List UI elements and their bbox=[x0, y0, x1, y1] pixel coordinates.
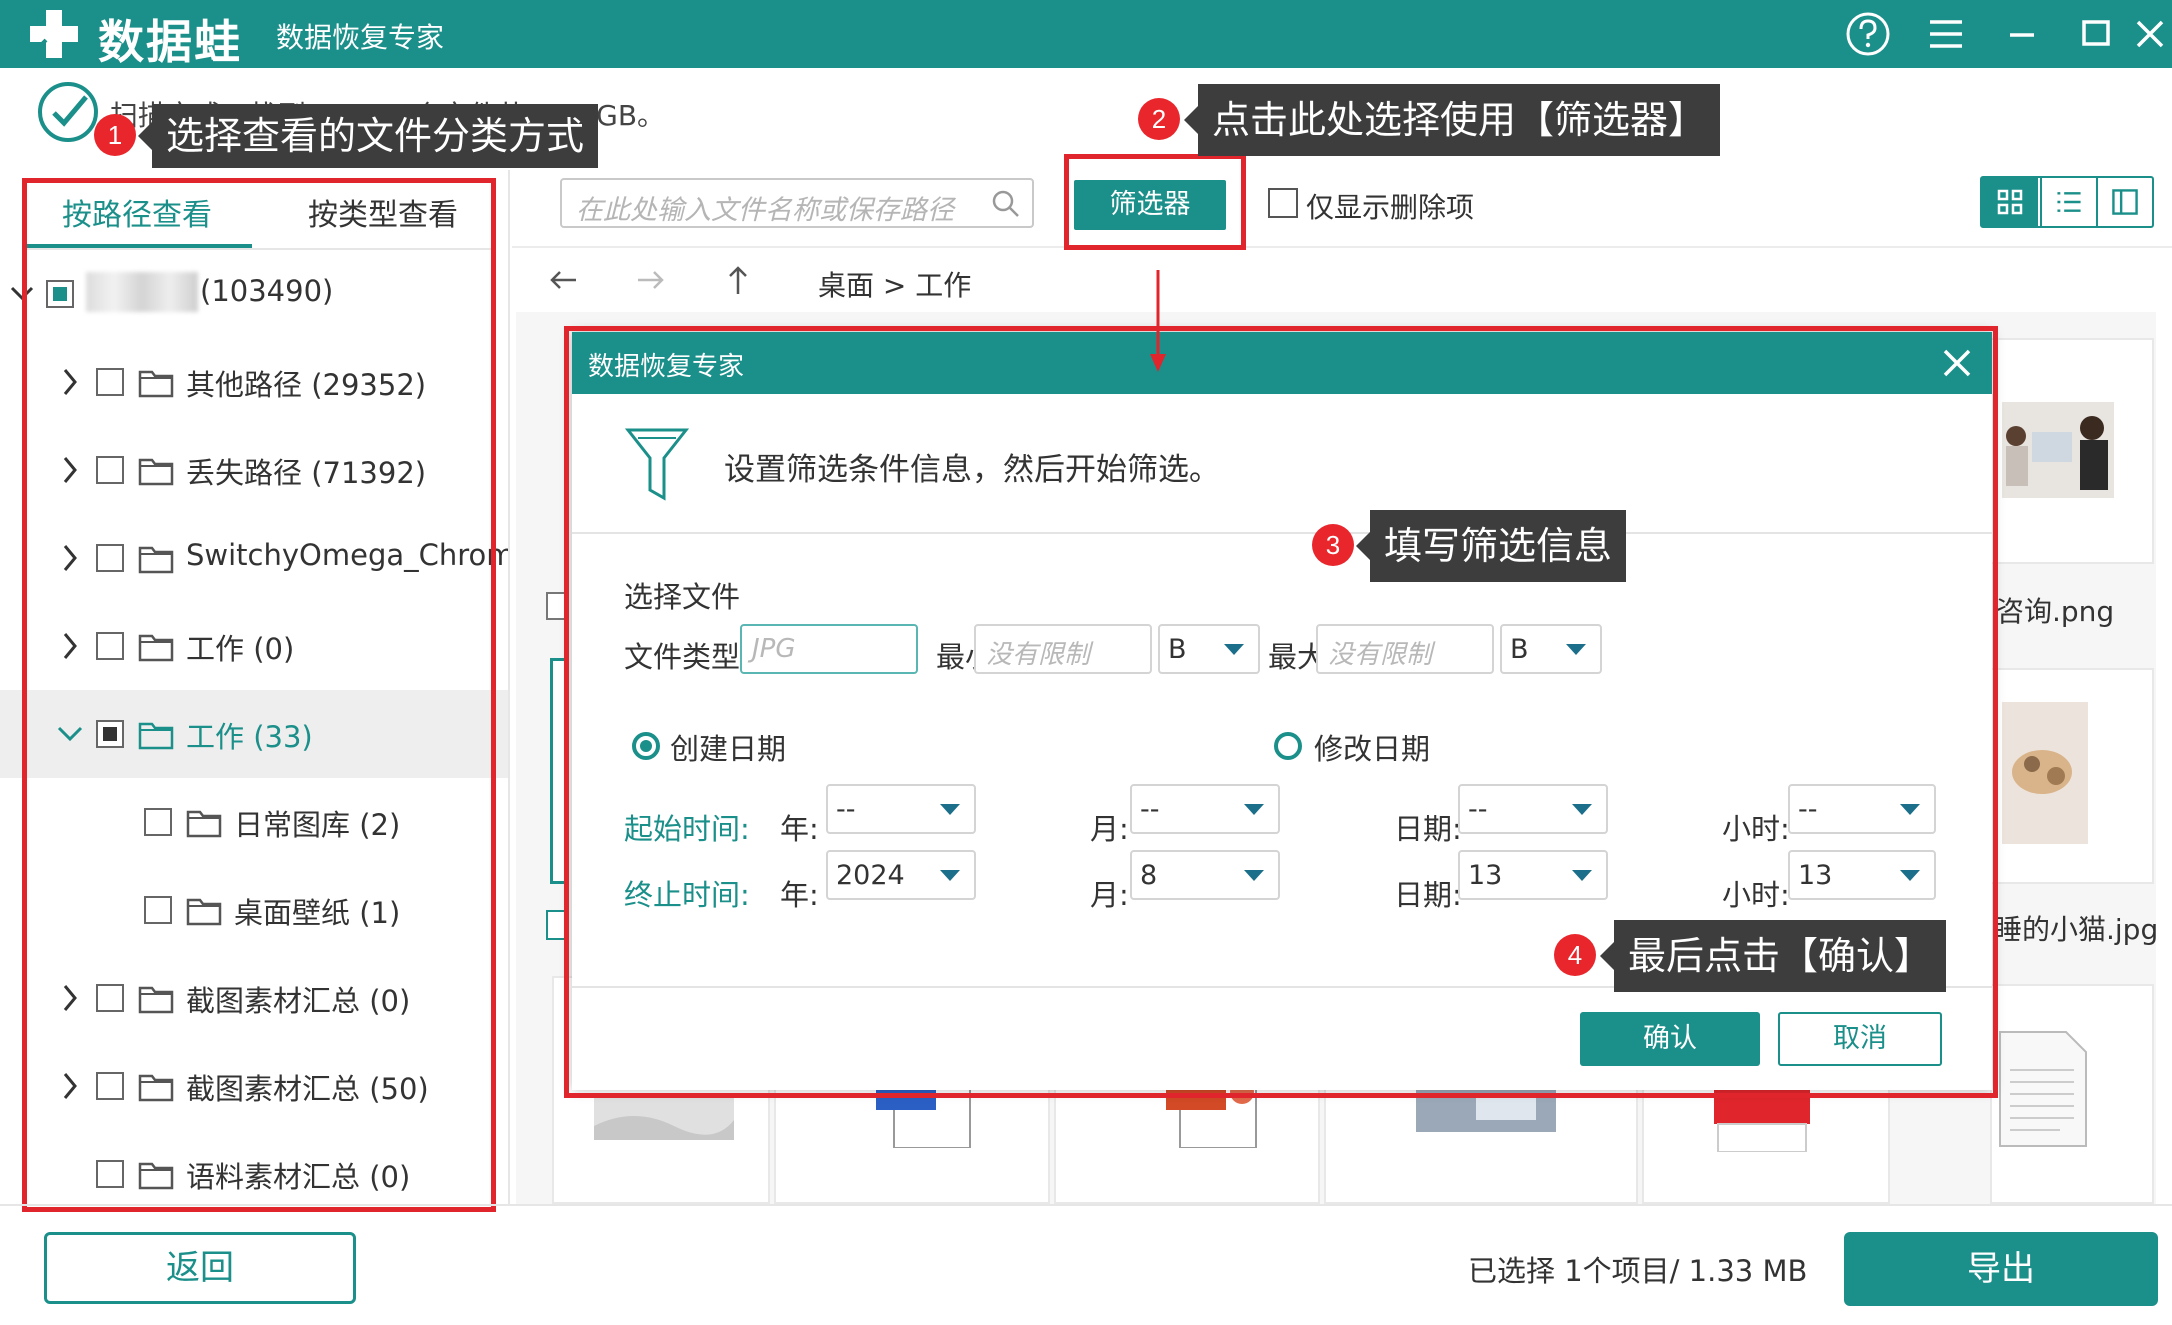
grid-view-icon[interactable] bbox=[1982, 178, 2038, 226]
app-logo-icon bbox=[30, 10, 78, 58]
search-icon[interactable] bbox=[990, 188, 1022, 220]
file-card[interactable] bbox=[1990, 668, 2154, 884]
file-name: 睡的小猫.jpg bbox=[1994, 913, 2159, 946]
file-checkbox[interactable] bbox=[546, 592, 566, 620]
up-arrow-icon[interactable] bbox=[720, 262, 756, 298]
app-subtitle: 数据恢复专家 bbox=[276, 21, 445, 54]
list-view-icon[interactable] bbox=[2040, 178, 2096, 226]
only-deleted-checkbox[interactable] bbox=[1268, 188, 1298, 218]
export-button[interactable]: 导出 bbox=[1844, 1232, 2158, 1306]
scan-complete-icon bbox=[38, 82, 98, 142]
breadcrumb[interactable]: 桌面 > 工作 bbox=[818, 264, 971, 304]
callout-3-badge: 3 bbox=[1312, 524, 1354, 566]
callout-4-badge: 4 bbox=[1554, 934, 1596, 976]
title-bar: 数据蛙 数据恢复专家 bbox=[0, 0, 2172, 69]
callout-4: 最后点击【确认】 bbox=[1599, 920, 1947, 992]
search-input[interactable]: 在此处输入文件名称或保存路径 bbox=[560, 178, 1034, 228]
app-name: 数据蛙 bbox=[98, 15, 242, 69]
file-name: 咨询.png bbox=[1996, 595, 2115, 628]
file-card[interactable] bbox=[1990, 338, 2154, 564]
only-deleted-label[interactable]: 仅显示删除项 bbox=[1306, 186, 1474, 226]
cat-photo-thumbnail-icon bbox=[2002, 702, 2088, 844]
file-card[interactable] bbox=[1990, 984, 2154, 1204]
document-thumbnail-icon bbox=[1999, 1031, 2087, 1147]
photo-thumbnail-icon bbox=[594, 1096, 734, 1140]
maximize-icon[interactable] bbox=[2070, 8, 2122, 60]
forward-arrow-icon[interactable] bbox=[632, 262, 668, 298]
back-button[interactable]: 返回 bbox=[44, 1232, 356, 1304]
help-icon[interactable] bbox=[1842, 8, 1894, 60]
callout-1-badge: 1 bbox=[94, 114, 136, 156]
footer-divider bbox=[0, 1204, 2172, 1206]
minimize-icon[interactable] bbox=[1996, 8, 2048, 60]
photo-thumbnail-icon bbox=[2002, 402, 2114, 498]
menu-icon[interactable] bbox=[1920, 8, 1972, 60]
toolbar-divider bbox=[512, 246, 2172, 248]
search-placeholder: 在此处输入文件名称或保存路径 bbox=[576, 195, 954, 226]
arrow-down-icon bbox=[1150, 270, 1166, 372]
callout-2-badge: 2 bbox=[1138, 98, 1180, 140]
detail-view-icon[interactable] bbox=[2096, 178, 2152, 226]
highlight-filter-button bbox=[1064, 154, 1246, 250]
callout-2: 点击此处选择使用【筛选器】 bbox=[1183, 84, 1721, 156]
callout-3: 填写筛选信息 bbox=[1355, 510, 1627, 582]
callout-1: 选择查看的文件分类方式 bbox=[137, 104, 599, 168]
selection-info: 已选择 1个项目/ 1.33 MB bbox=[1468, 1254, 1808, 1288]
view-mode-group bbox=[1980, 176, 2154, 228]
back-arrow-icon[interactable] bbox=[546, 262, 582, 298]
close-icon[interactable] bbox=[2124, 8, 2172, 60]
highlight-left-panel bbox=[22, 178, 496, 1212]
